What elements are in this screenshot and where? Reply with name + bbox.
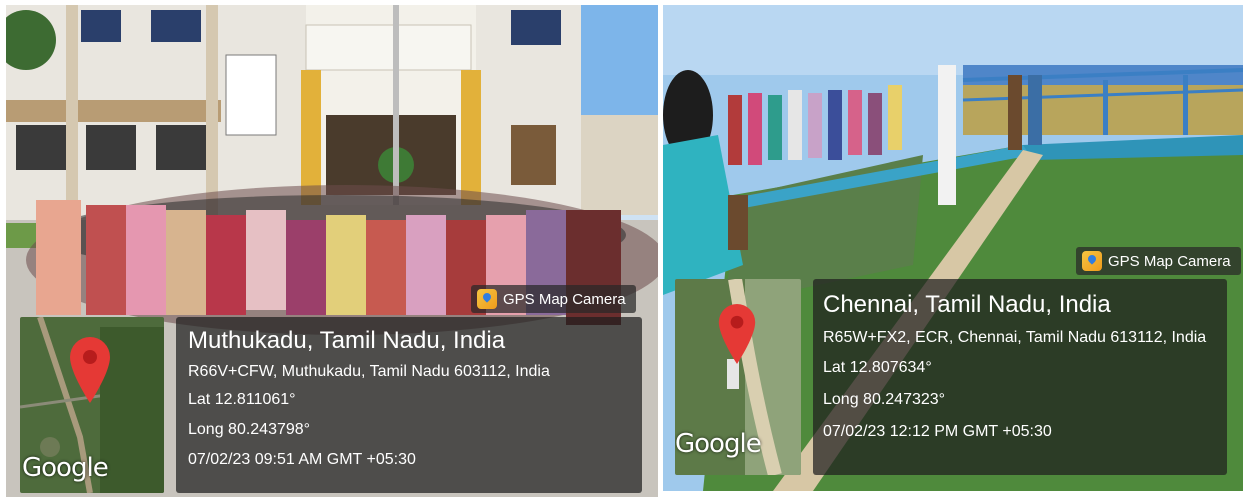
google-map-brand: Google: [22, 453, 109, 483]
latitude-line: Lat 12.811061°: [188, 391, 296, 408]
group-photo-water-tank: GPS Map Camera Google Chennai, Tamil Nad…: [663, 5, 1243, 491]
map-thumbnail: Google: [675, 279, 801, 475]
map-pin-icon: [718, 304, 756, 364]
location-title: Muthukadu, Tamil Nadu, India: [188, 327, 506, 354]
address-line: R65W+FX2, ECR, Chennai, Tamil Nadu 61311…: [823, 329, 1207, 346]
map-thumbnail: Google: [20, 317, 164, 493]
map-pin-icon: [70, 337, 110, 403]
datetime-line: 07/02/23 12:12 PM GMT +05:30: [823, 423, 1052, 440]
longitude-line: Long 80.247323°: [823, 391, 946, 408]
gps-map-camera-badge: GPS Map Camera: [1076, 247, 1241, 275]
gps-info-panel: Chennai, Tamil Nadu, India R65W+FX2, ECR…: [813, 279, 1227, 475]
gps-map-camera-badge: GPS Map Camera: [471, 285, 636, 313]
location-title: Chennai, Tamil Nadu, India: [823, 291, 1111, 318]
gps-info-panel: Muthukadu, Tamil Nadu, India R66V+CFW, M…: [176, 317, 642, 493]
gps-camera-logo-icon: [1082, 251, 1102, 271]
datetime-line: 07/02/23 09:51 AM GMT +05:30: [188, 451, 416, 468]
longitude-line: Long 80.243798°: [188, 421, 311, 438]
group-photo-institute: GPS Map Camera Google Muthukadu, Tamil N…: [6, 5, 658, 497]
gps-camera-logo-icon: [477, 289, 497, 309]
gps-badge-label: GPS Map Camera: [503, 290, 626, 308]
latitude-line: Lat 12.807634°: [823, 359, 932, 376]
address-line: R66V+CFW, Muthukadu, Tamil Nadu 603112, …: [188, 363, 550, 380]
google-map-brand: Google: [675, 429, 762, 459]
gps-badge-label: GPS Map Camera: [1108, 252, 1231, 270]
